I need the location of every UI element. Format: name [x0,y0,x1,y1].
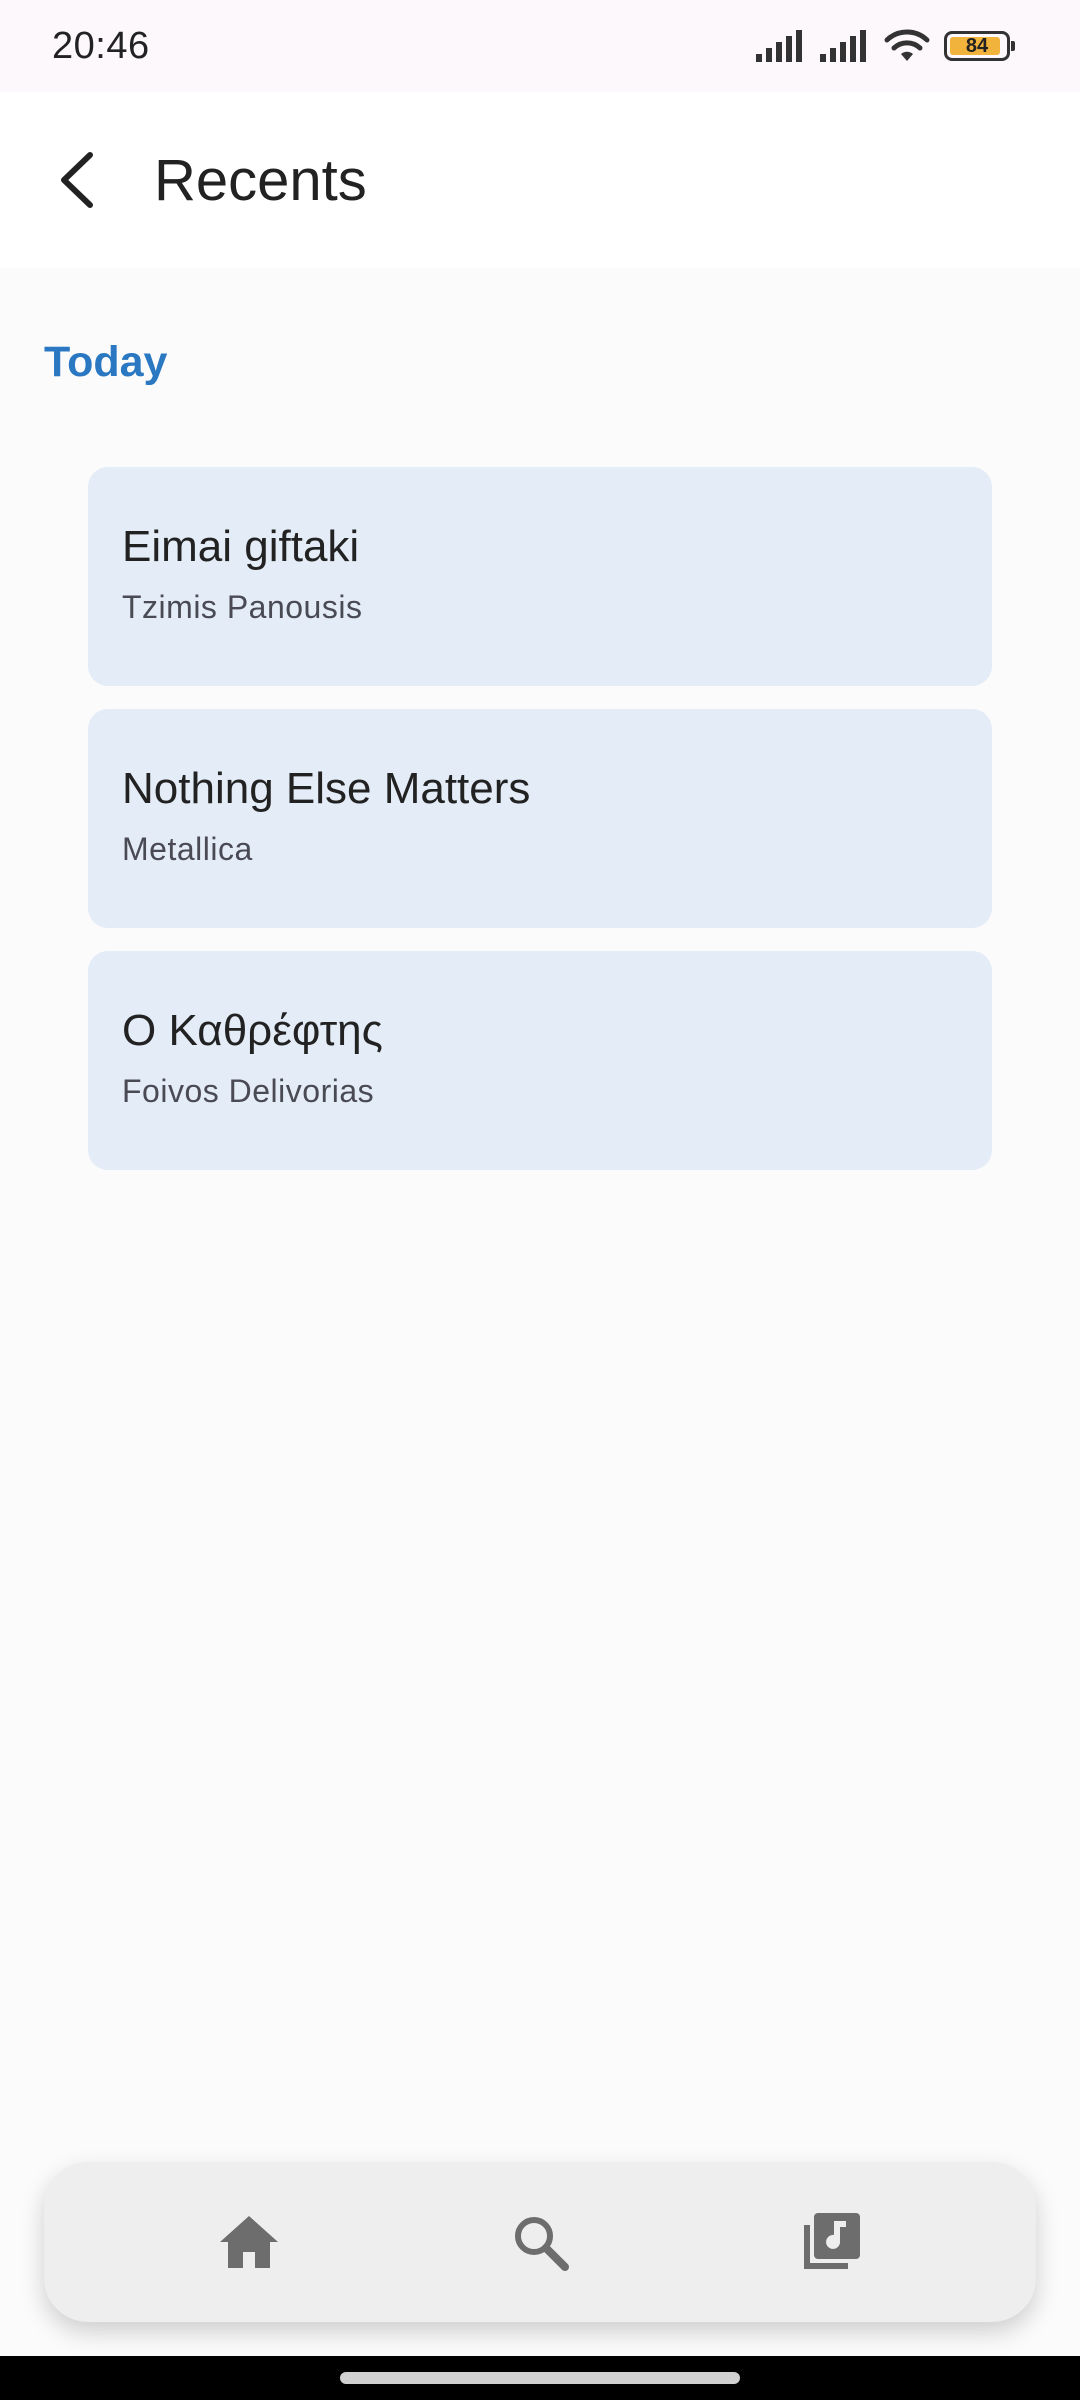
status-bar: 20:46 84 [0,0,1080,92]
list-item[interactable]: Ο Καθρέφτης Foivos Delivorias [88,951,992,1170]
song-artist: Metallica [122,831,253,868]
library-music-icon [803,2213,860,2269]
section-heading-today: Today [44,338,168,386]
wifi-icon [884,29,930,61]
song-title: Ο Καθρέφτης [122,1006,383,1055]
recents-list: Eimai giftaki Tzimis Panousis Nothing El… [88,467,992,1193]
search-icon [514,2217,569,2271]
nav-library[interactable] [776,2187,886,2297]
song-title: Eimai giftaki [122,522,360,571]
status-time: 20:46 [52,24,150,67]
app-bar: Recents [0,92,1080,268]
battery-level: 84 [965,34,989,57]
battery-icon: 84 [944,31,1015,61]
signal-icon [756,30,802,62]
list-item[interactable]: Eimai giftaki Tzimis Panousis [88,467,992,686]
song-artist: Foivos Delivorias [122,1073,375,1110]
status-icons: 84 [756,29,1015,63]
list-item[interactable]: Nothing Else Matters Metallica [88,709,992,928]
song-title: Nothing Else Matters [122,764,531,813]
page-title: Recents [154,147,367,213]
home-indicator[interactable] [340,2372,740,2384]
song-artist: Tzimis Panousis [122,589,363,626]
bottom-navigation [44,2162,1036,2322]
signal-icon [820,30,866,62]
nav-home[interactable] [194,2187,304,2297]
back-button[interactable] [22,125,132,235]
gesture-bar [0,2356,1080,2400]
back-arrow-icon [61,152,93,208]
home-icon [220,2216,279,2268]
nav-search[interactable] [485,2187,595,2297]
